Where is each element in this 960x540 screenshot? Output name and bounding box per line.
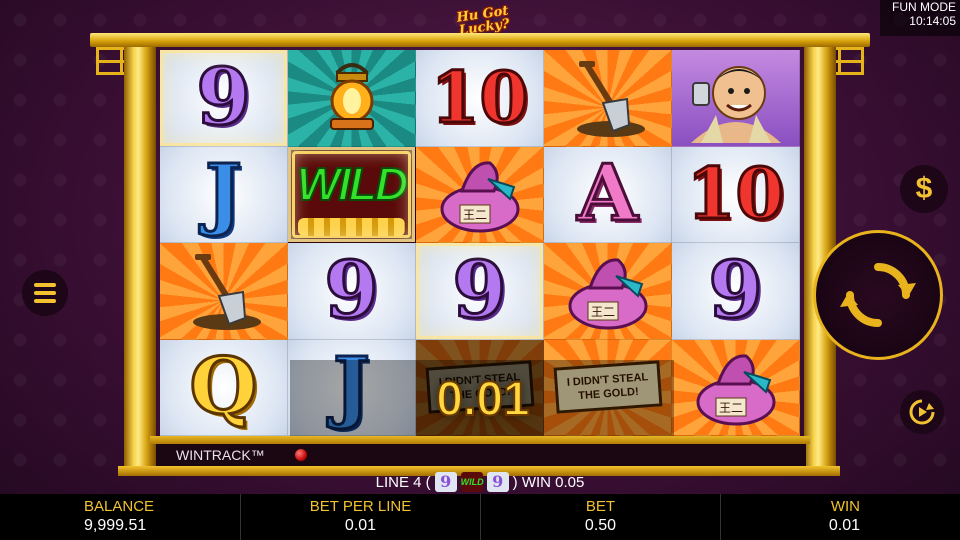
menu-icon-bar	[34, 291, 56, 295]
dollar-icon: $	[915, 172, 933, 205]
reel-cell-r0-c4	[672, 50, 800, 147]
reel-cell-r1-c2: 王二	[416, 146, 544, 243]
reel-cell-r2-c0	[160, 243, 288, 340]
reel-cell-r3-c4: 王二	[672, 339, 800, 436]
spin-icon	[840, 263, 916, 327]
clock: 10:14:05	[909, 14, 956, 28]
menu-icon-bar	[34, 299, 56, 303]
bet-value: 0.50	[584, 517, 617, 534]
bet-per-line-value: 0.01	[344, 517, 377, 534]
symbol-ten: 10	[429, 55, 529, 139]
balance-label: BALANCE	[84, 498, 155, 515]
symbol-queen: Q	[188, 341, 259, 433]
reel-cell-r3-c0: Q	[160, 339, 288, 436]
bag-label: 王二	[718, 401, 742, 415]
win-amount-popup: 0.01	[435, 372, 530, 427]
hu-character-icon	[690, 65, 781, 143]
reel-cell-r1-c0: J	[160, 146, 288, 243]
symbol-nine: 9	[323, 244, 380, 336]
reel-cell-r2-c1: 9	[288, 243, 416, 340]
autoplay-icon	[909, 399, 935, 425]
wintrack-bar[interactable]: WINTRACK™	[156, 444, 806, 466]
bet-settings-button[interactable]: $	[900, 165, 948, 213]
line-win-summary: LINE 4 ( 9 WILD 9 ) WIN 0.05	[0, 472, 960, 492]
symbol-jack: J	[204, 148, 244, 240]
balance-panel: BALANCE 9,999.51	[0, 494, 240, 540]
reel-cell-r2-c4: 9	[672, 243, 800, 340]
wild-frame	[292, 150, 411, 238]
spin-button[interactable]	[813, 230, 943, 360]
symbol-ace: A	[576, 148, 640, 240]
gold-ingots-icon	[298, 218, 405, 236]
bottom-info-bar: BALANCE 9,999.51 BET PER LINE 0.01 BET 0…	[0, 494, 960, 540]
bet-per-line-label: BET PER LINE	[309, 498, 412, 515]
symbol-nine: 9	[195, 51, 252, 143]
money-bag-icon: 王二	[568, 258, 647, 330]
reel-cell-r2-c2: 9	[416, 243, 544, 340]
reel-cell-r2-c3: 王二	[544, 243, 672, 340]
balance-value: 9,999.51	[84, 517, 147, 534]
reel-cell-r0-c0: 9	[160, 50, 288, 147]
bag-label: 王二	[590, 305, 614, 319]
bet-label: BET	[585, 498, 616, 515]
money-bag-icon: 王二	[440, 161, 519, 233]
autoplay-button[interactable]	[900, 390, 944, 434]
line-win-symbol-wild: WILD	[460, 472, 484, 492]
symbol-ten: 10	[685, 152, 785, 236]
line-win-suffix: ) WIN 0.05	[512, 473, 585, 491]
shovel-icon	[576, 60, 645, 137]
lantern-icon	[329, 62, 374, 130]
reel-cell-r1-c3: A	[544, 146, 672, 243]
status-panel: FUN MODE 10:14:05	[880, 0, 960, 36]
reel-cell-r1-c4: 10	[672, 146, 800, 243]
reel-cell-r0-c3	[544, 50, 672, 147]
menu-button[interactable]	[22, 270, 68, 316]
reel-cell-r1-c1: WILD	[288, 146, 416, 243]
frame-top-beam	[90, 33, 870, 47]
reel-cell-r0-c1	[288, 50, 416, 147]
mode-label: FUN MODE	[892, 0, 956, 14]
frame-reel-base	[150, 436, 810, 444]
menu-icon	[34, 283, 56, 287]
win-value: 0.01	[828, 517, 860, 534]
shovel-icon	[192, 253, 261, 330]
bet-panel[interactable]: BET 0.50	[480, 494, 720, 540]
line-win-symbol-nine: 9	[486, 472, 509, 492]
win-panel: WIN 0.01	[720, 494, 960, 540]
bet-per-line-panel[interactable]: BET PER LINE 0.01	[240, 494, 480, 540]
money-bag-icon: 王二	[696, 354, 775, 426]
frame-pillar-left	[124, 47, 156, 472]
symbol-nine: 9	[707, 244, 764, 336]
win-label: WIN	[830, 498, 860, 515]
line-win-prefix: LINE 4 (	[375, 473, 431, 491]
bag-label: 王二	[462, 208, 486, 222]
reel-cell-r0-c2: 10	[416, 50, 544, 147]
symbol-wild: WILD	[296, 157, 409, 211]
symbol-nine: 9	[451, 244, 508, 336]
line-win-symbol-nine: 9	[434, 472, 457, 492]
wintrack-indicator-icon	[294, 449, 307, 461]
wintrack-label: WINTRACK™	[176, 447, 265, 463]
